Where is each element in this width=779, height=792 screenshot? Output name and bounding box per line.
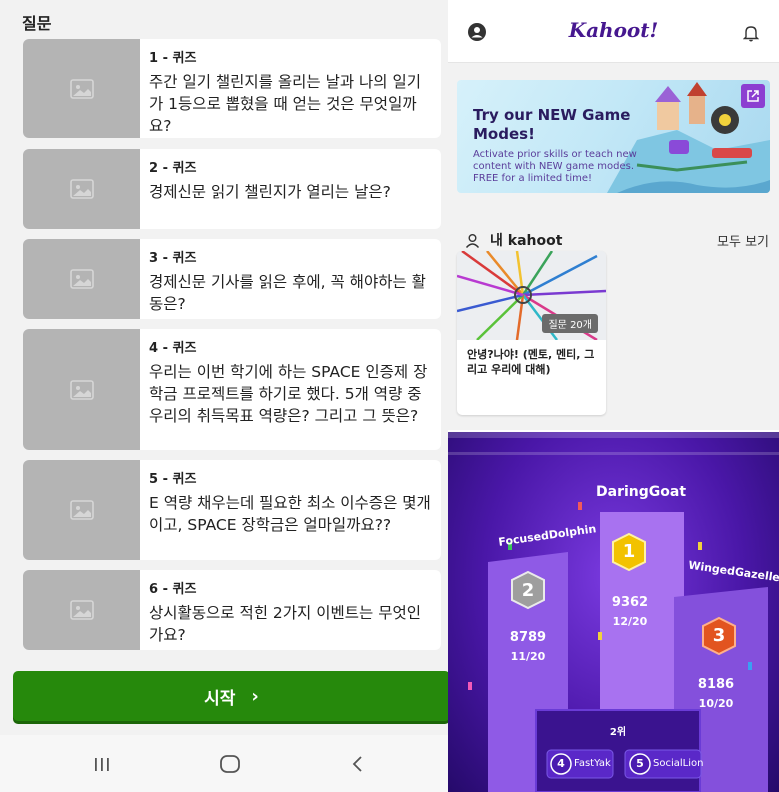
first-rank: 1 [622,541,636,562]
image-placeholder-icon [23,570,140,650]
quiz-question-list-panel: 질문 1 - 퀴즈 주간 일기 챌린지를 올리는 날과 나의 일기가 1등으로 … [0,0,450,792]
first-place-name: DaringGoat [596,484,687,500]
second-rank: 2 [521,580,535,601]
image-placeholder-icon [23,39,140,138]
third-rank: 3 [712,625,726,646]
see-all-link[interactable]: 모두 보기 [717,231,769,250]
question-number: 3 - 퀴즈 [149,251,197,266]
user-icon [465,233,480,248]
fourth-rank: 4 [557,757,565,770]
app-header: Kahoot! [448,0,779,63]
first-correct: 12/20 [612,615,648,628]
my-kahoot-label: 내 kahoot [490,233,563,249]
question-card[interactable]: 5 - 퀴즈 E 역량 채우는데 필요한 최소 이수증은 몇개이고, SPACE… [23,460,441,560]
android-nav-bar [0,735,448,792]
fifth-rank: 5 [636,757,644,770]
question-text: E 역량 채우는데 필요한 최소 이수증은 몇개이고, SPACE 장학금은 얼… [149,494,431,534]
image-placeholder-icon [23,239,140,319]
second-score: 8789 [509,630,547,645]
recent-apps-icon[interactable] [82,749,122,779]
question-card[interactable]: 6 - 퀴즈 상시활동으로 적힌 2가지 이벤트는 무엇인가요? [23,570,441,650]
fifth-place-name: SocialLion [653,758,704,769]
question-number: 2 - 퀴즈 [149,161,197,176]
question-card[interactable]: 4 - 퀴즈 우리는 이번 학기에 하는 SPACE 인증제 장학금 프로젝트를… [23,329,441,450]
kahoot-logo: Kahoot! [568,18,659,42]
first-score: 9362 [611,595,649,610]
promo-description: Activate prior skills or teach new conte… [473,149,637,184]
question-number: 4 - 퀴즈 [149,341,197,356]
question-number: 6 - 퀴즈 [149,582,197,597]
question-text: 우리는 이번 학기에 하는 SPACE 인증제 장학금 프로젝트를 하기로 했다… [149,363,428,425]
promo-banner[interactable]: Try our NEW Game Modes! Activate prior s… [457,80,770,193]
kahoot-thumbnail: 질문 20개 [457,251,606,340]
kahoot-card[interactable]: 질문 20개 안녕?나야! (멘토, 멘티, 그리고 우리에 대해) [457,251,606,415]
question-card[interactable]: 3 - 퀴즈 경제신문 기사를 읽은 후에, 꼭 해야하는 활동은? [23,239,441,319]
chevron-right-icon: › [251,685,259,707]
external-link-icon[interactable] [741,84,765,108]
image-placeholder-icon [23,149,140,229]
promo-title: Try our NEW Game Modes! [473,106,631,143]
start-button-label: 시작 [204,688,236,709]
question-count-badge: 질문 20개 [542,314,598,333]
my-kahoot-heading: 내 kahoot [465,230,562,250]
question-number: 5 - 퀴즈 [149,472,197,487]
start-button[interactable]: 시작 › [13,671,450,721]
home-icon[interactable] [210,749,250,779]
question-text: 상시활동으로 적힌 2가지 이벤트는 무엇인가요? [149,604,421,644]
question-text: 경제신문 읽기 챌린지가 열리는 날은? [149,183,391,201]
question-number: 1 - 퀴즈 [149,51,197,66]
podium-photo: FocusedDolphin DaringGoat WingedGazelle … [448,432,779,792]
question-text: 경제신문 기사를 읽은 후에, 꼭 해야하는 활동은? [149,273,426,313]
second-correct: 11/20 [510,650,546,663]
runners-up-label: 2위 [609,727,627,738]
back-icon[interactable] [338,749,378,779]
kahoot-home-panel: Kahoot! Try our NEW Game Modes! Activate… [448,0,779,430]
image-placeholder-icon [23,460,140,560]
third-correct: 10/20 [698,697,734,710]
bell-icon[interactable] [742,24,760,46]
question-card[interactable]: 1 - 퀴즈 주간 일기 챌린지를 올리는 날과 나의 일기가 1등으로 뽑혔을… [23,39,441,138]
kahoot-title: 안녕?나야! (멘토, 멘티, 그리고 우리에 대해) [467,348,595,376]
question-card[interactable]: 2 - 퀴즈 경제신문 읽기 챌린지가 열리는 날은? [23,149,441,229]
image-placeholder-icon [23,329,140,450]
third-score: 8186 [697,677,735,692]
section-title: 질문 [22,14,52,33]
fourth-place-name: FastYak [574,758,611,769]
question-text: 주간 일기 챌린지를 올리는 날과 나의 일기가 1등으로 뽑혔을 때 얻는 것… [149,73,421,135]
